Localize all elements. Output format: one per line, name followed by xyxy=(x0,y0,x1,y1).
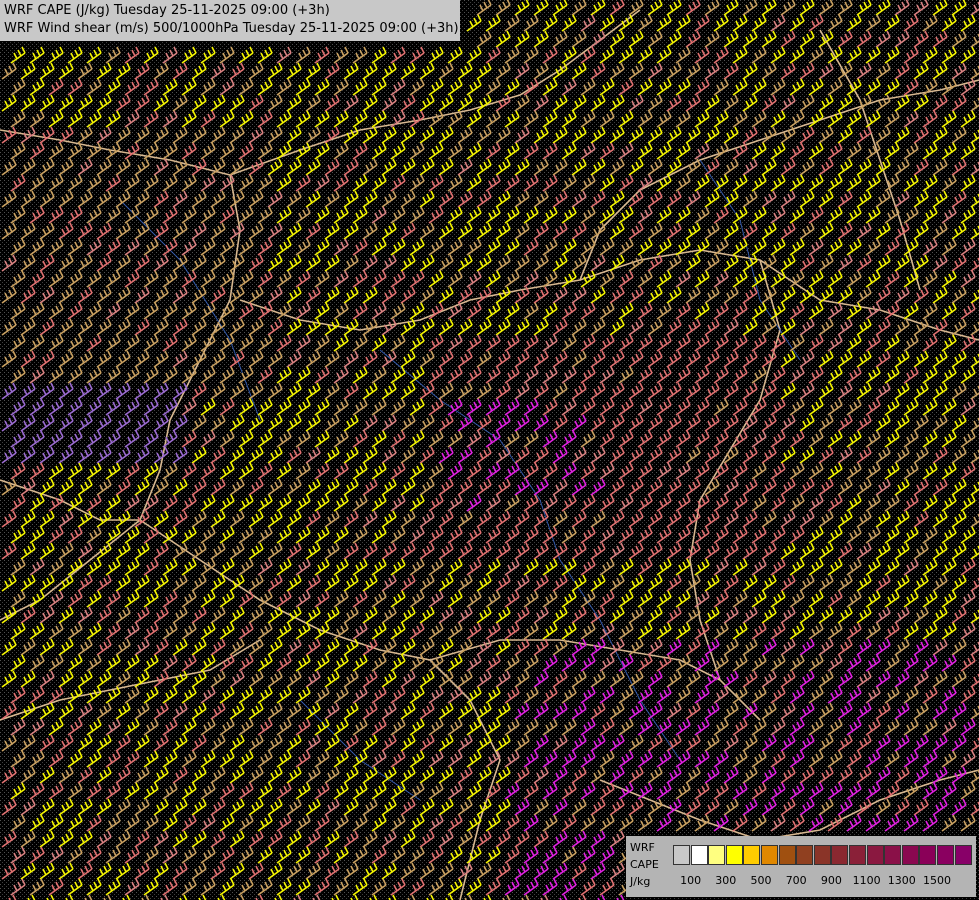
legend-tick-label: 1100 xyxy=(852,874,881,887)
legend-tick-label: 1300 xyxy=(887,874,916,887)
legend-tick-label: 1500 xyxy=(923,874,951,887)
legend-swatch xyxy=(813,845,831,865)
legend-swatch xyxy=(901,845,919,865)
legend-swatch xyxy=(708,845,726,865)
legend-tick-label: 900 xyxy=(820,874,842,887)
legend-swatch xyxy=(673,845,690,865)
legend-label-cape: CAPE xyxy=(630,858,659,871)
legend-swatch xyxy=(937,845,954,865)
legend-swatch xyxy=(831,845,849,865)
legend-swatch xyxy=(919,845,937,865)
legend-swatch xyxy=(849,845,866,865)
legend-swatch xyxy=(690,845,708,865)
legend-tick-label: 100 xyxy=(680,874,702,887)
legend-tick-label: 300 xyxy=(715,874,737,887)
legend-swatch xyxy=(866,845,884,865)
wind-shear-title: WRF Wind shear (m/s) 500/1000hPa Tuesday… xyxy=(4,21,459,36)
legend-swatch xyxy=(778,845,796,865)
cape-title: WRF CAPE (J/kg) Tuesday 25-11-2025 09:00… xyxy=(4,3,330,18)
legend-tick-label: 500 xyxy=(750,874,772,887)
legend-swatch xyxy=(743,845,761,865)
cape-wind-shear-map xyxy=(0,0,979,900)
legend-tick-label: 700 xyxy=(785,874,807,887)
legend-swatch xyxy=(884,845,902,865)
legend-swatch xyxy=(796,845,814,865)
legend-swatch xyxy=(761,845,778,865)
legend-swatch xyxy=(725,845,743,865)
legend-label-wrf: WRF xyxy=(630,841,655,854)
cape-legend: WRF CAPE J/kg 100 300 500 700 900 1100 1300 150… xyxy=(626,836,976,897)
legend-label-unit: J/kg xyxy=(630,875,651,888)
map-title: WRF CAPE (J/kg) Tuesday 25-11-2025 09:00… xyxy=(0,0,460,41)
legend-swatch xyxy=(954,845,972,865)
